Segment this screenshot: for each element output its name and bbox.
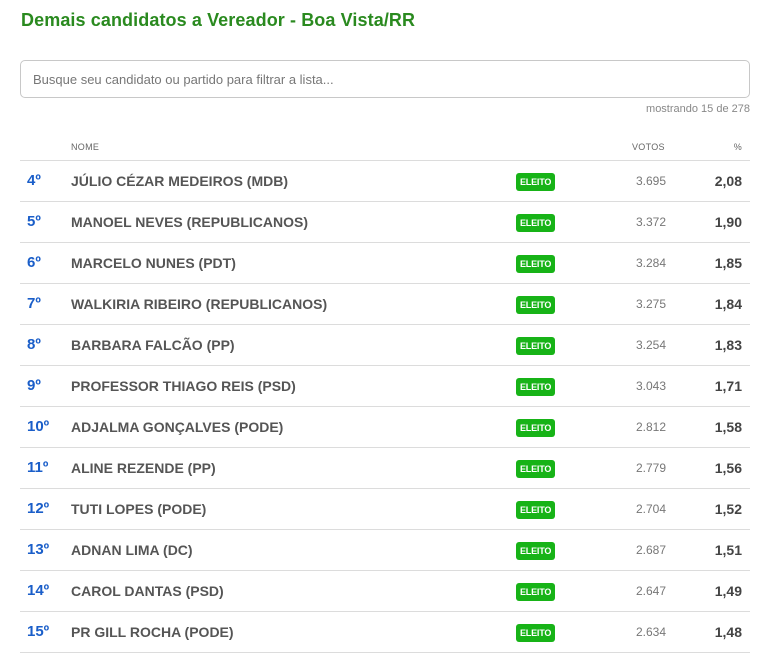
table-row: 15º PR GILL ROCHA (PODE) ELEITO 2.634 1,48 [20,612,750,653]
candidate-percent: 1,48 [714,624,742,640]
table-row: 8º BARBARA FALCÃO (PP) ELEITO 3.254 1,83 [20,325,750,366]
candidate-percent: 1,71 [714,378,742,394]
header-votes: VOTOS [632,142,665,152]
candidate-name: ALINE REZENDE (PP) [71,460,216,476]
candidate-rank: 11º [27,459,49,476]
candidate-rank: 8º [27,336,41,353]
candidate-rank: 10º [27,418,50,435]
candidate-votes: 3.275 [635,297,666,311]
status-cell: ELEITO [516,284,556,324]
elected-badge: ELEITO [516,418,556,437]
elected-badge: ELEITO [516,582,556,601]
candidate-votes: 2.812 [635,420,666,434]
candidate-name: ADJALMA GONÇALVES (PODE) [71,419,284,435]
candidate-votes: 3.372 [635,215,666,229]
status-cell: ELEITO [516,325,556,365]
elected-badge: ELEITO [516,541,556,560]
candidate-name: PR GILL ROCHA (PODE) [71,624,234,640]
elected-badge: ELEITO [516,213,556,232]
candidate-rank: 6º [27,254,41,271]
elected-badge: ELEITO [516,623,556,642]
candidate-percent: 1,51 [714,542,742,558]
status-cell: ELEITO [516,489,556,529]
candidate-rank: 15º [27,623,50,640]
table-row: 5º MANOEL NEVES (REPUBLICANOS) ELEITO 3.372… [20,202,750,243]
candidate-rank: 13º [27,541,50,558]
status-cell: ELEITO [516,571,556,611]
elected-badge: ELEITO [516,500,556,519]
elected-badge: ELEITO [516,459,556,478]
candidate-percent: 1,83 [714,337,742,353]
candidate-percent: 1,52 [714,501,742,517]
candidate-percent: 1,85 [714,255,742,271]
status-cell: ELEITO [516,161,556,201]
candidate-name: JÚLIO CÉZAR MEDEIROS (MDB) [71,173,288,189]
elected-badge: ELEITO [516,295,556,314]
search-box [20,60,750,98]
candidate-rank: 5º [27,213,41,230]
candidate-rank: 14º [27,582,50,599]
status-cell: ELEITO [516,243,556,283]
status-cell: ELEITO [516,530,556,570]
candidate-votes: 2.634 [635,625,666,639]
table-row: 9º PROFESSOR THIAGO REIS (PSD) ELEITO 3.043… [20,366,750,407]
candidate-votes: 2.704 [635,502,666,516]
search-input[interactable] [20,60,750,98]
table-row: 6º MARCELO NUNES (PDT) ELEITO 3.284 1,85 [20,243,750,284]
elected-badge: ELEITO [516,336,556,355]
candidate-name: CAROL DANTAS (PSD) [71,583,224,599]
candidate-rank: 7º [27,295,41,312]
candidate-votes: 3.254 [635,338,666,352]
candidate-name: ADNAN LIMA (DC) [71,542,193,558]
candidate-votes: 3.695 [635,174,666,188]
candidate-votes: 2.647 [635,584,666,598]
status-cell: ELEITO [516,202,556,242]
candidate-votes: 2.779 [635,461,666,475]
header-percent: % [733,142,742,152]
candidate-percent: 1,84 [714,296,742,312]
candidate-name: BARBARA FALCÃO (PP) [71,337,235,353]
candidate-votes: 2.687 [635,543,666,557]
status-cell: ELEITO [516,612,556,652]
table-row: 11º ALINE REZENDE (PP) ELEITO 2.779 1,56 [20,448,750,489]
candidate-percent: 2,08 [714,173,742,189]
candidate-name: PROFESSOR THIAGO REIS (PSD) [71,378,296,394]
candidate-percent: 1,90 [714,214,742,230]
candidate-rank: 9º [27,377,41,394]
candidate-name: MANOEL NEVES (REPUBLICANOS) [71,214,308,230]
elected-badge: ELEITO [516,254,556,273]
status-cell: ELEITO [516,448,556,488]
header-name: NOME [71,142,100,152]
page-title: Demais candidatos a Vereador - Boa Vista… [21,10,416,30]
elected-badge: ELEITO [516,172,556,191]
candidate-name: WALKIRIA RIBEIRO (REPUBLICANOS) [71,296,328,312]
table-row: 10º ADJALMA GONÇALVES (PODE) ELEITO 2.812 1,… [20,407,750,448]
table-row: 7º WALKIRIA RIBEIRO (REPUBLICANOS) ELEITO 3… [20,284,750,325]
candidate-votes: 3.043 [635,379,666,393]
candidate-name: TUTI LOPES (PODE) [71,501,207,517]
candidate-percent: 1,58 [714,419,742,435]
table-header: NOME VOTOS % [20,130,750,161]
status-cell: ELEITO [516,366,556,406]
candidate-percent: 1,56 [714,460,742,476]
results-count: mostrando 15 de 278 [646,103,750,115]
candidate-rank: 4º [27,172,41,189]
table-row: 12º TUTI LOPES (PODE) ELEITO 2.704 1,52 [20,489,750,530]
table-row: 4º JÚLIO CÉZAR MEDEIROS (MDB) ELEITO 3.695 2… [20,161,750,202]
table-row: 13º ADNAN LIMA (DC) ELEITO 2.687 1,51 [20,530,750,571]
candidates-table: NOME VOTOS % 4º JÚLIO CÉZAR MEDEIROS (MDB… [20,130,750,653]
elected-badge: ELEITO [516,377,556,396]
candidate-votes: 3.284 [635,256,666,270]
status-cell: ELEITO [516,407,556,447]
table-row: 14º CAROL DANTAS (PSD) ELEITO 2.647 1,49 [20,571,750,612]
table-body: 4º JÚLIO CÉZAR MEDEIROS (MDB) ELEITO 3.695 2… [20,161,750,653]
candidate-rank: 12º [27,500,50,517]
candidate-name: MARCELO NUNES (PDT) [71,255,236,271]
candidate-percent: 1,49 [714,583,742,599]
